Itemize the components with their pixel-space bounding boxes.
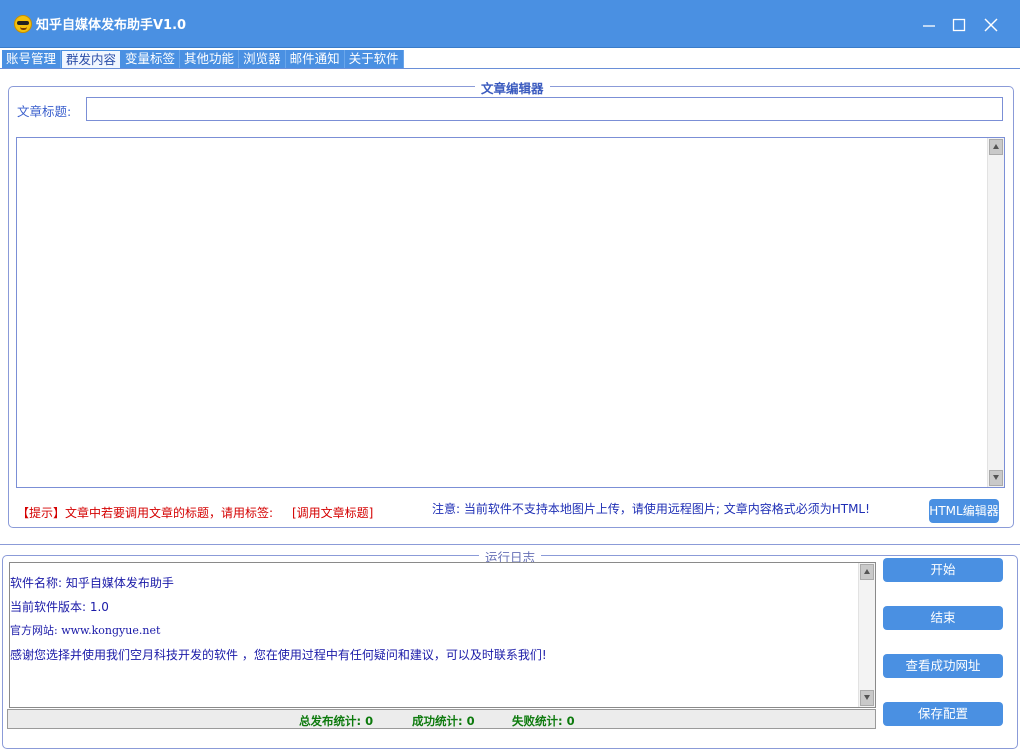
minimize-icon	[923, 25, 935, 27]
maximize-icon	[952, 18, 966, 32]
title-tag-value: [调用文章标题]	[292, 506, 374, 520]
log-scroll-down-button[interactable]	[860, 690, 874, 706]
maximize-button[interactable]	[944, 10, 974, 38]
log-line: 当前软件版本: 1.0	[10, 600, 109, 614]
tab-browser[interactable]: 浏览器	[239, 50, 286, 69]
article-title-label: 文章标题:	[17, 104, 72, 119]
close-icon	[984, 18, 998, 32]
log-scrollbar[interactable]	[858, 563, 875, 707]
fail-count: 失败统计: 0	[512, 714, 575, 728]
tab-divider	[0, 68, 1020, 69]
log-scroll-up-button[interactable]	[860, 564, 874, 580]
start-button[interactable]: 开始	[883, 558, 1003, 582]
html-editor-button[interactable]: HTML编辑器	[929, 499, 999, 523]
image-format-notice: 注意: 当前软件不支持本地图片上传，请使用远程图片; 文章内容格式必须为HTML…	[432, 502, 870, 516]
tab-variable-tags[interactable]: 变量标签	[121, 50, 181, 69]
article-title-input[interactable]	[86, 97, 1003, 121]
log-line: 软件名称: 知乎自媒体发布助手	[10, 576, 174, 590]
tab-email-notify[interactable]: 邮件通知	[285, 50, 345, 69]
section-divider	[0, 544, 1020, 545]
app-smiley-icon	[14, 15, 32, 33]
scroll-down-icon	[993, 475, 999, 480]
log-line: 官方网站: www.kongyue.net	[10, 624, 161, 637]
window-title: 知乎自媒体发布助手V1.0	[36, 18, 187, 33]
close-button[interactable]	[976, 10, 1006, 38]
success-count: 成功统计: 0	[412, 714, 475, 728]
stop-button[interactable]: 结束	[883, 606, 1003, 630]
title-tag-hint: 【提示】文章中若要调用文章的标题，请用标签:	[17, 506, 274, 520]
log-line: 感谢您选择并使用我们空月科技开发的软件 ，您在使用过程中有任何疑问和建议，可以及…	[10, 648, 547, 662]
scroll-up-button[interactable]	[989, 139, 1003, 155]
stats-status-bar: 总发布统计: 0 成功统计: 0 失败统计: 0	[7, 709, 876, 729]
view-success-urls-button[interactable]: 查看成功网址	[883, 654, 1003, 678]
scroll-up-icon	[864, 569, 870, 574]
tab-account-management[interactable]: 账号管理	[2, 50, 62, 69]
scroll-down-button[interactable]	[989, 470, 1003, 486]
article-content-textarea[interactable]	[16, 137, 1005, 488]
scroll-up-icon	[993, 144, 999, 149]
content-scrollbar[interactable]	[987, 138, 1004, 487]
article-editor-legend: 文章编辑器	[475, 78, 550, 97]
tab-mass-content[interactable]: 群发内容	[61, 50, 122, 69]
title-bar: 知乎自媒体发布助手V1.0	[0, 0, 1020, 48]
run-log-textarea[interactable]: 软件名称: 知乎自媒体发布助手 当前软件版本: 1.0 官方网站: www.ko…	[9, 562, 876, 708]
tab-other-functions[interactable]: 其他功能	[180, 50, 240, 69]
tab-about[interactable]: 关于软件	[344, 50, 404, 69]
save-config-button[interactable]: 保存配置	[883, 702, 1003, 726]
main-tabs: 账号管理 群发内容 变量标签 其他功能 浏览器 邮件通知 关于软件	[2, 50, 404, 69]
total-publish-count: 总发布统计: 0	[299, 714, 374, 728]
minimize-button[interactable]	[914, 10, 944, 38]
scroll-down-icon	[864, 695, 870, 700]
